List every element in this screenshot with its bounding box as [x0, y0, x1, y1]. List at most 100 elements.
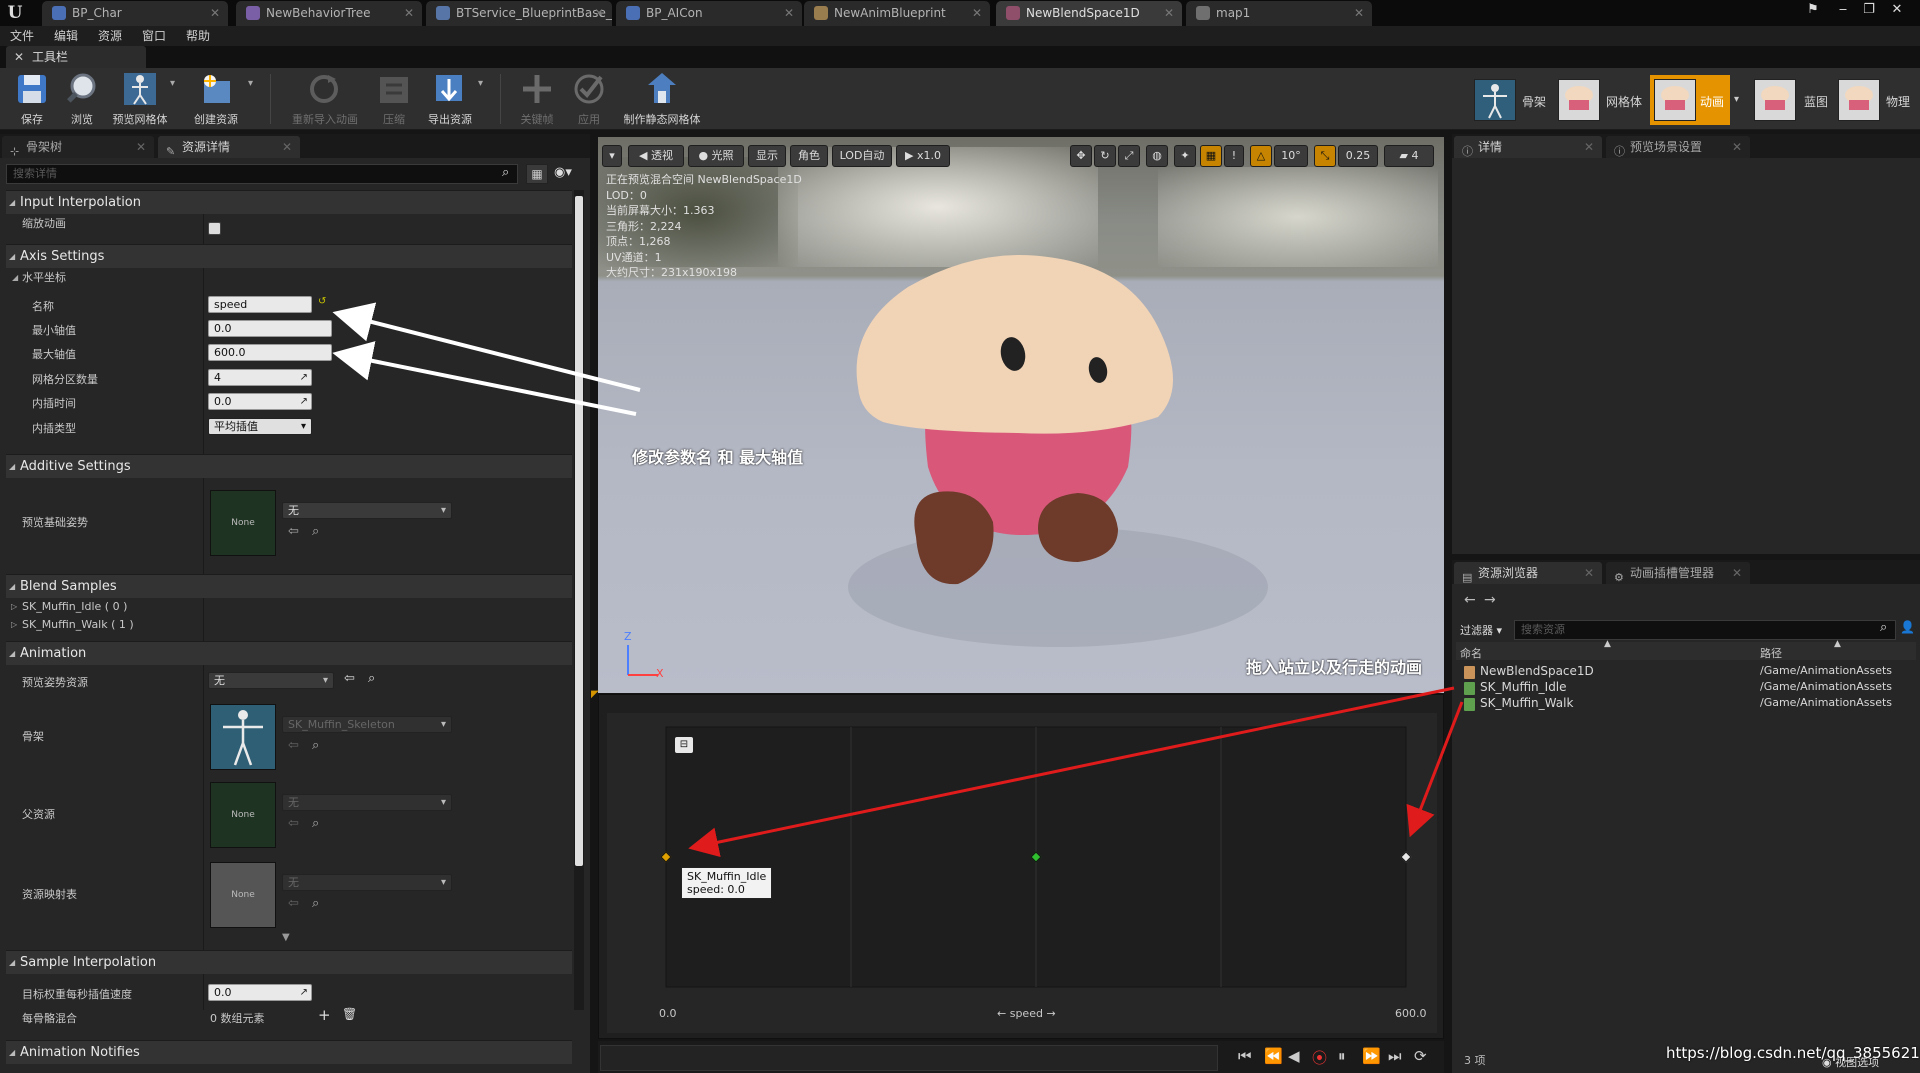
- feedback-icon[interactable]: ⚑: [1800, 0, 1826, 20]
- play-reverse-icon[interactable]: ◀: [1288, 1047, 1300, 1065]
- rotation-snap-angle[interactable]: 10°: [1274, 145, 1308, 167]
- browse-search-icon[interactable]: ⌕: [368, 671, 375, 686]
- scale-icon[interactable]: ⤢: [1118, 145, 1140, 167]
- axis-name-input[interactable]: speed: [208, 296, 312, 313]
- compress-button[interactable]: 压缩: [362, 71, 426, 129]
- preview-pose-asset-dropdown[interactable]: 无: [208, 672, 334, 689]
- close-tab-icon[interactable]: ✕: [404, 1, 414, 25]
- browse-button[interactable]: 浏览: [50, 71, 114, 129]
- grid-size-button[interactable]: !: [1224, 145, 1244, 167]
- menu-edit[interactable]: 编辑: [54, 26, 78, 46]
- mode-blueprint-button[interactable]: 蓝图: [1752, 75, 1832, 125]
- world-local-icon[interactable]: ◍: [1146, 145, 1168, 167]
- target-weight-speed-input[interactable]: 0.0: [208, 984, 312, 1001]
- category-axis-settings[interactable]: Axis Settings: [6, 244, 572, 269]
- rotation-snap-icon[interactable]: △: [1250, 145, 1272, 167]
- grid-view-icon[interactable]: ▦: [526, 164, 548, 184]
- use-selected-arrow-icon[interactable]: ⇦: [288, 896, 299, 911]
- mode-animation-button[interactable]: 动画: [1650, 75, 1730, 125]
- scale-snap-value[interactable]: 0.25: [1338, 145, 1378, 167]
- browse-search-icon[interactable]: ⌕: [312, 896, 319, 911]
- use-selected-arrow-icon[interactable]: ⇦: [344, 671, 355, 686]
- close-tab-icon[interactable]: ✕: [282, 136, 292, 158]
- document-tab[interactable]: NewAnimBlueprint ✕: [804, 1, 990, 26]
- mode-physics-button[interactable]: 物理: [1836, 75, 1920, 125]
- step-forward-icon[interactable]: ⏩: [1362, 1047, 1381, 1065]
- step-back-icon[interactable]: ⏪: [1264, 1047, 1283, 1065]
- document-tab[interactable]: NewBlendSpace1D ✕: [996, 1, 1182, 26]
- asset-search-input[interactable]: 搜索资源: [1514, 620, 1896, 640]
- create-asset-button[interactable]: 创建资源: [184, 71, 248, 129]
- category-blend-samples[interactable]: Blend Samples: [6, 574, 572, 599]
- use-selected-arrow-icon[interactable]: ⇦: [288, 524, 299, 539]
- preview-base-pose-dropdown[interactable]: 无: [282, 502, 452, 519]
- close-tab-icon[interactable]: ✕: [1164, 1, 1174, 25]
- restore-button[interactable]: ❐: [1856, 0, 1882, 20]
- timeline-scrubber[interactable]: [600, 1045, 1218, 1071]
- close-tab-icon[interactable]: ✕: [1584, 136, 1594, 158]
- parent-asset-dropdown[interactable]: 无: [282, 794, 452, 811]
- asset-list-item[interactable]: NewBlendSpace1D: [1480, 664, 1594, 678]
- toolbar-tab[interactable]: ✕ 工具栏: [6, 46, 146, 68]
- interp-time-input[interactable]: 0.0: [208, 393, 312, 410]
- browse-search-icon[interactable]: ⌕: [312, 816, 319, 831]
- mode-mesh-button[interactable]: 网格体: [1556, 75, 1646, 125]
- forward-arrow-icon[interactable]: →: [1484, 592, 1496, 608]
- parent-asset-thumbnail[interactable]: None: [210, 782, 276, 848]
- preview-mesh-dropdown-icon[interactable]: ▾: [170, 78, 175, 89]
- use-selected-arrow-icon[interactable]: ⇦: [288, 738, 299, 753]
- export-asset-button[interactable]: 导出资源: [418, 71, 482, 129]
- eye-icon[interactable]: ◉▾: [554, 165, 572, 180]
- create-asset-dropdown-icon[interactable]: ▾: [248, 78, 253, 89]
- reimport-animation-button[interactable]: 重新导入动画: [292, 71, 358, 129]
- category-animation-notifies[interactable]: Animation Notifies: [6, 1040, 572, 1065]
- max-axis-input[interactable]: 600.0: [208, 344, 332, 361]
- asset-mapping-dropdown[interactable]: 无: [282, 874, 452, 891]
- blend-sample-row[interactable]: SK_Muffin_Walk ( 1 ): [6, 616, 572, 634]
- close-tab-icon[interactable]: ✕: [136, 136, 146, 158]
- close-tab-icon[interactable]: ✕: [210, 1, 220, 25]
- column-path-header[interactable]: 路径: [1760, 645, 1782, 661]
- grid-divisions-input[interactable]: 4: [208, 369, 312, 386]
- scale-anim-checkbox[interactable]: [208, 222, 221, 235]
- reset-to-default-icon[interactable]: ↺: [318, 296, 326, 307]
- filter-button[interactable]: 过滤器 ▾: [1460, 622, 1502, 638]
- surface-snap-icon[interactable]: ✦: [1174, 145, 1196, 167]
- pause-icon[interactable]: ⏸: [1338, 1047, 1346, 1065]
- min-axis-input[interactable]: 0.0: [208, 320, 332, 337]
- record-icon[interactable]: ⦿: [1312, 1047, 1327, 1068]
- browse-search-icon[interactable]: ⌕: [312, 738, 319, 753]
- lit-button[interactable]: ● 光照: [688, 145, 744, 167]
- document-tab[interactable]: NewBehaviorTree ✕: [236, 1, 422, 26]
- asset-list-item[interactable]: SK_Muffin_Walk: [1480, 696, 1573, 710]
- document-tab[interactable]: map1 ✕: [1186, 1, 1372, 26]
- blend-space-editor[interactable]: ◤ ⊟ SK_Muffin_Idle speed: 0.0 0.0 ← spee…: [591, 689, 1444, 1039]
- category-sample-interpolation[interactable]: Sample Interpolation: [6, 950, 572, 975]
- close-tab-icon[interactable]: ✕: [1584, 562, 1594, 584]
- loop-icon[interactable]: ⟳: [1414, 1047, 1427, 1065]
- details-scrollbar[interactable]: [574, 190, 584, 1010]
- tab-anim-slot-manager[interactable]: ⚙ 动画插槽管理器 ✕: [1606, 562, 1750, 584]
- jump-to-end-icon[interactable]: ⏭: [1388, 1047, 1402, 1065]
- close-button[interactable]: ✕: [1884, 0, 1910, 20]
- preview-mesh-button[interactable]: 预览网格体: [108, 71, 172, 129]
- menu-file[interactable]: 文件: [10, 26, 34, 46]
- camera-speed-button[interactable]: ▰ 4: [1384, 145, 1434, 167]
- tab-asset-details[interactable]: ✎ 资源详情 ✕: [158, 136, 300, 158]
- user-icon[interactable]: 👤: [1900, 620, 1915, 634]
- close-tab-icon[interactable]: ✕: [784, 1, 794, 25]
- close-tab-icon[interactable]: ✕: [1354, 1, 1364, 25]
- tab-details[interactable]: ⓘ 详情 ✕: [1454, 136, 1602, 158]
- trash-icon[interactable]: 🗑: [342, 1007, 357, 1021]
- document-tab[interactable]: BP_Char ✕: [42, 1, 228, 26]
- viewport-menu-icon[interactable]: ▾: [602, 145, 622, 167]
- blend-sample-row[interactable]: SK_Muffin_Idle ( 0 ): [6, 598, 572, 616]
- character-button[interactable]: 角色: [790, 145, 828, 167]
- asset-list-item[interactable]: SK_Muffin_Idle: [1480, 680, 1567, 694]
- menu-asset[interactable]: 资源: [98, 26, 122, 46]
- play-rate-button[interactable]: ▶ x1.0: [896, 145, 950, 167]
- tag-icon[interactable]: ⊟: [675, 737, 693, 753]
- back-arrow-icon[interactable]: ←: [1464, 592, 1476, 608]
- column-name-header[interactable]: 命名: [1460, 645, 1482, 661]
- menu-window[interactable]: 窗口: [142, 26, 166, 46]
